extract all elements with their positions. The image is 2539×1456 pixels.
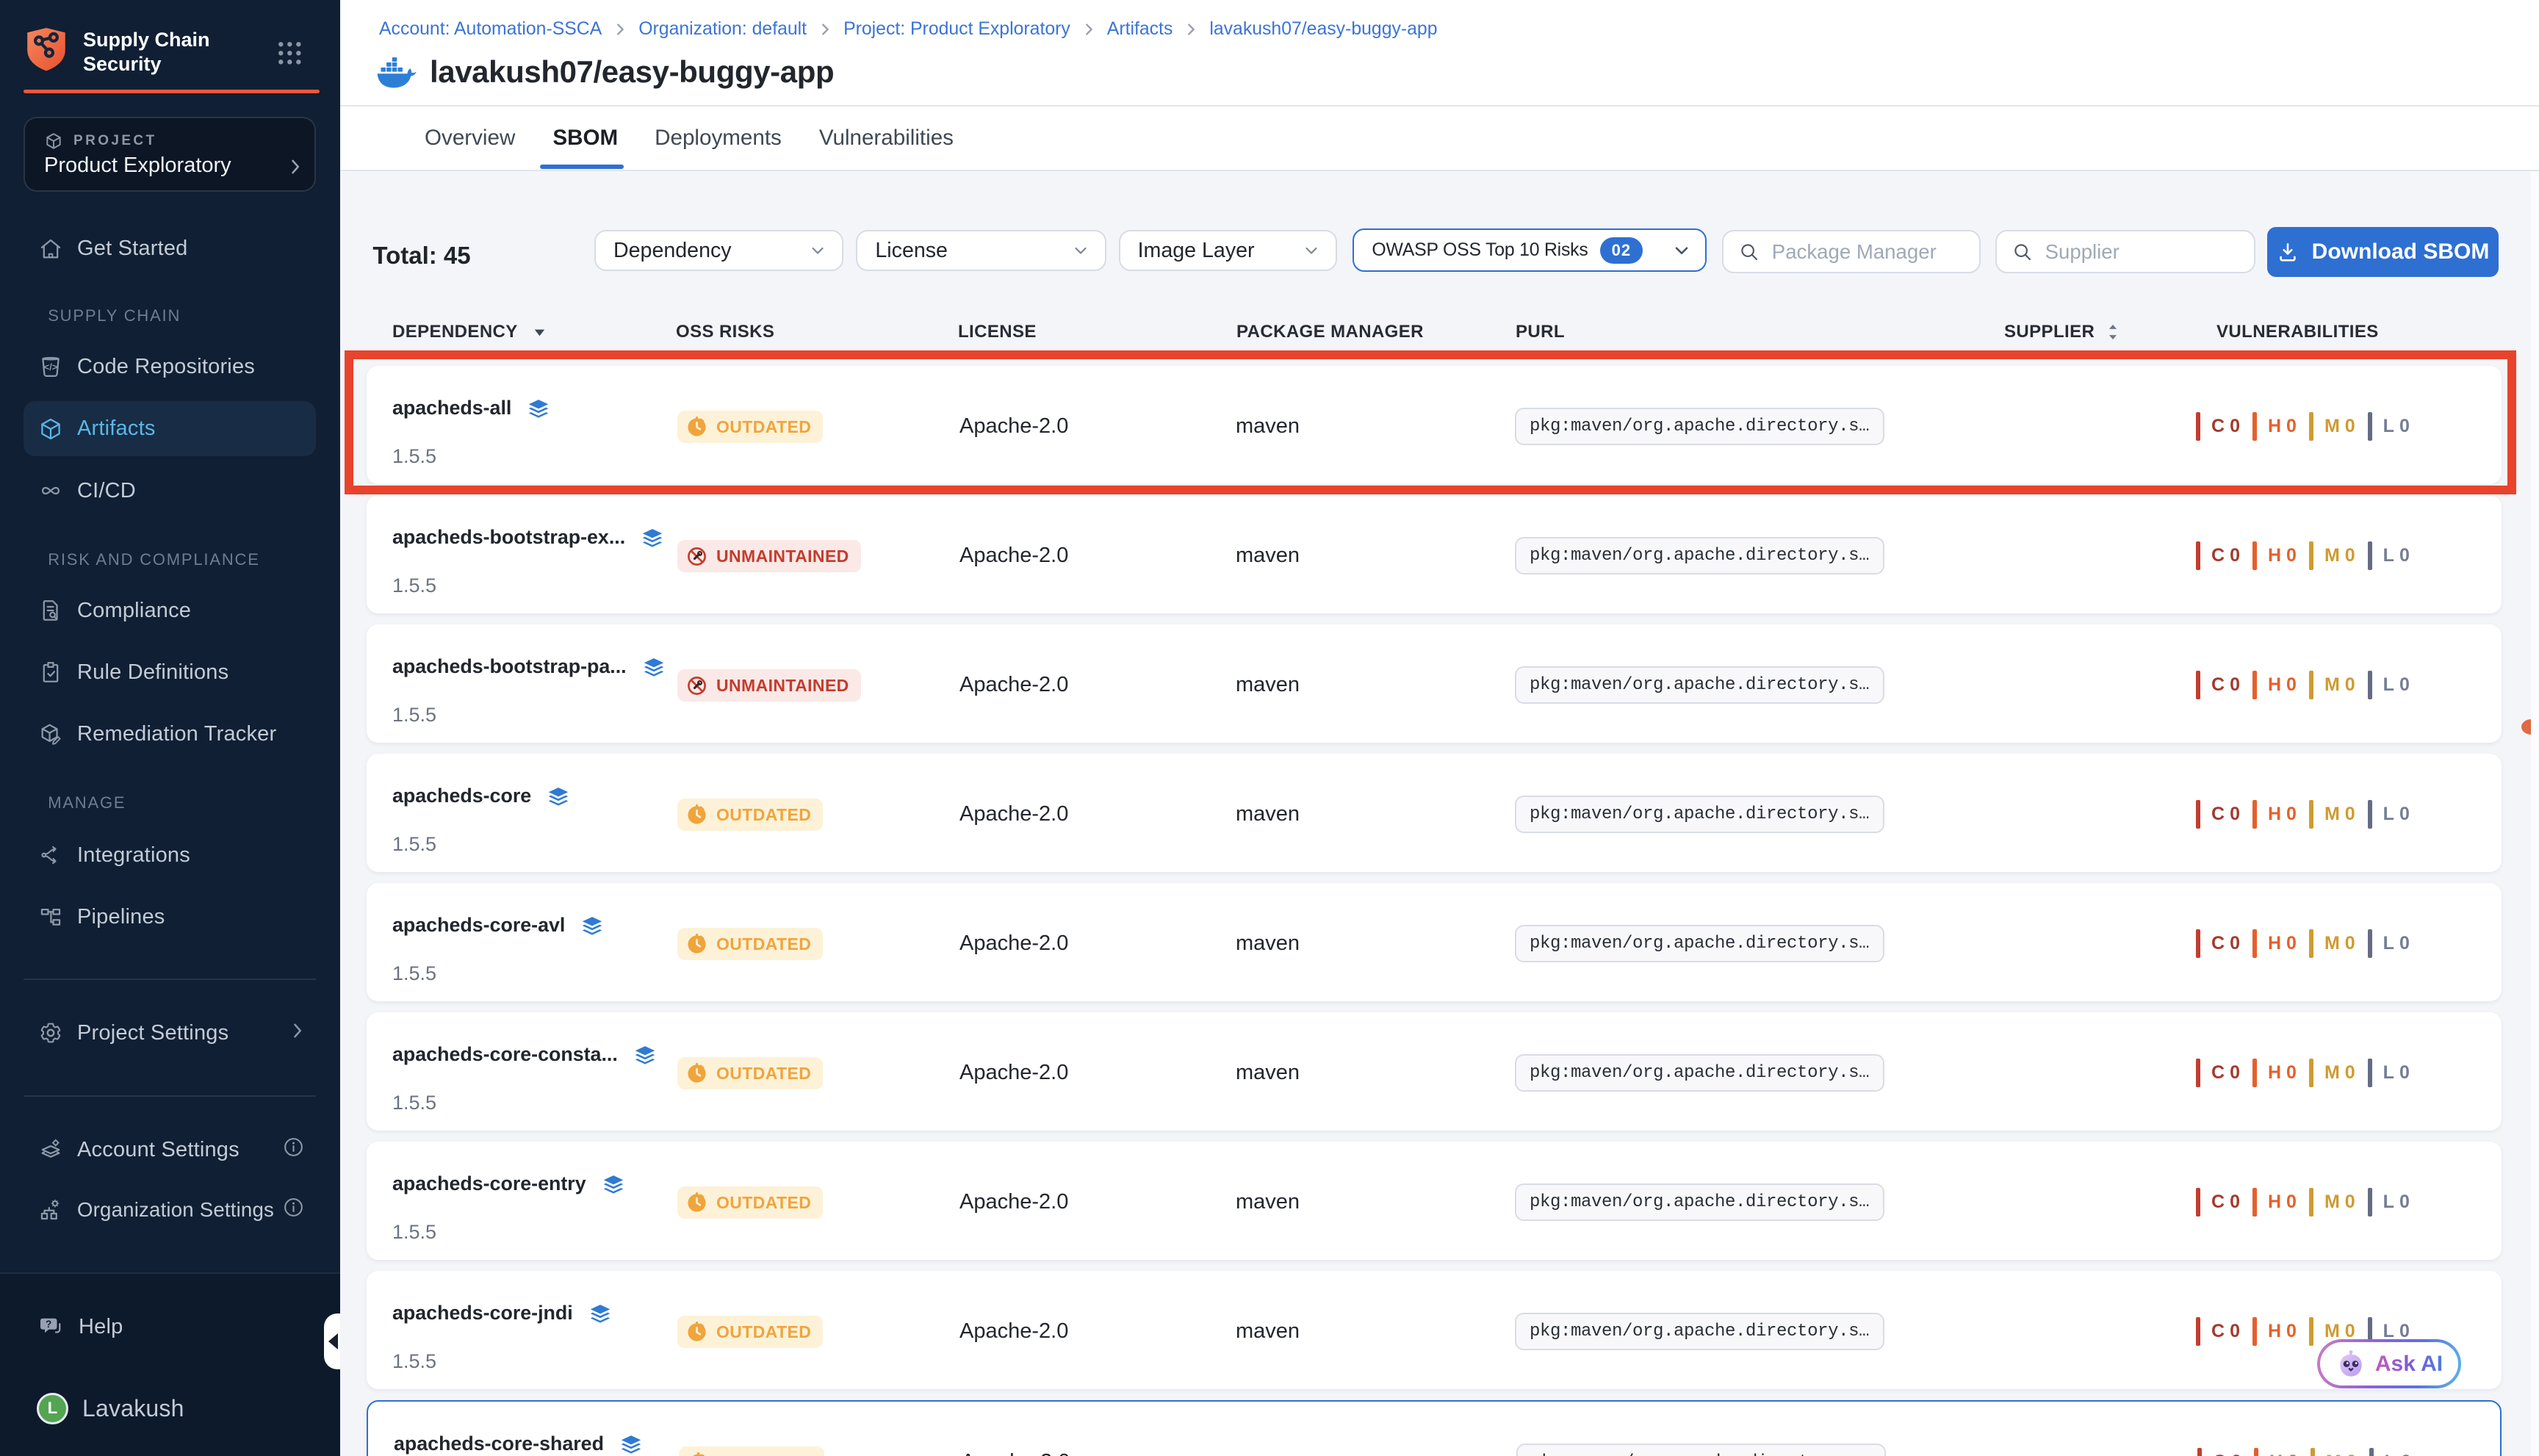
svg-text:</>: </> bbox=[44, 361, 57, 372]
svg-text:?: ? bbox=[46, 1319, 51, 1330]
